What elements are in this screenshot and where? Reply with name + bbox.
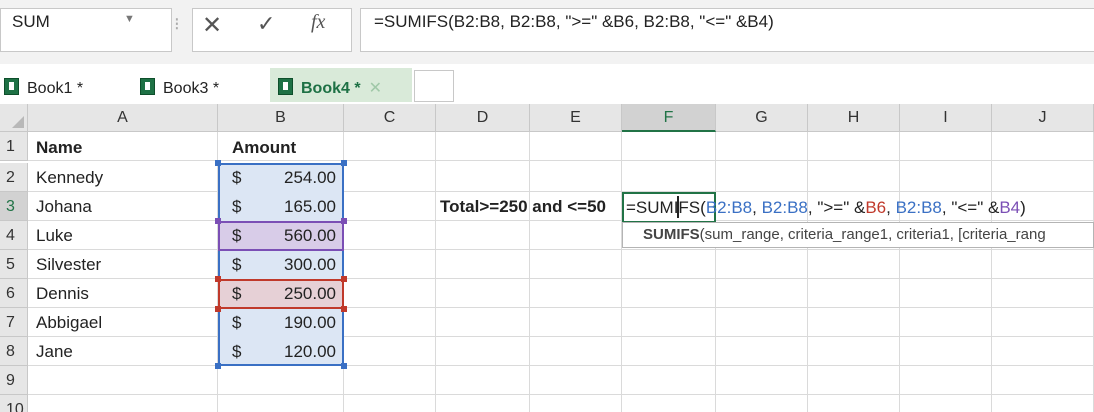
range-handle[interactable] <box>341 276 347 282</box>
formula-text: =SUMIFS(B2:B8, B2:B8, ">=" &B6, B2:B8, "… <box>374 12 774 31</box>
spreadsheet-grid[interactable]: ABCDEFGHIJ 1 2 3 4 5 6 7 8 9 10 Name Amount Kenne… <box>0 104 1094 412</box>
column-header-h[interactable]: H <box>808 104 900 132</box>
range-handle[interactable] <box>341 160 347 166</box>
cancel-icon[interactable]: ✕ <box>202 11 222 40</box>
name-cell[interactable]: Kennedy <box>36 163 103 192</box>
currency-symbol: $ <box>232 226 242 245</box>
range-handle[interactable] <box>215 276 221 282</box>
grid-line <box>621 132 622 412</box>
currency-symbol: $ <box>232 168 242 187</box>
row-header-7[interactable]: 7 <box>0 308 28 337</box>
amount-cell[interactable]: 190.00 <box>250 308 336 337</box>
range-handle[interactable] <box>215 306 221 312</box>
column-header-a[interactable]: A <box>28 104 218 132</box>
name-cell[interactable]: Silvester <box>36 250 101 279</box>
grid-line <box>991 132 992 412</box>
amount-cell[interactable]: 165.00 <box>250 192 336 221</box>
grid-line <box>529 132 530 412</box>
header-name[interactable]: Name <box>36 133 82 162</box>
row-header-5[interactable]: 5 <box>0 250 28 279</box>
column-header-j[interactable]: J <box>992 104 1094 132</box>
tab-label: Book3 * <box>163 80 220 97</box>
tab-book4[interactable]: Book4 * ✕ <box>270 68 412 102</box>
cell-d3-label[interactable]: Total>=250 and <=50 <box>440 192 606 221</box>
name-cell[interactable]: Jane <box>36 337 73 366</box>
row-header-3[interactable]: 3 <box>0 192 28 221</box>
name-cell[interactable]: Dennis <box>36 279 89 308</box>
range-handle[interactable] <box>215 160 221 166</box>
grid-line <box>28 249 1094 250</box>
tooltip-args: (sum_range, criteria_range1, criteria1, … <box>699 226 1046 243</box>
function-tooltip: SUMIFS(sum_range, criteria_range1, crite… <box>622 222 1094 248</box>
currency-symbol: $ <box>232 342 242 361</box>
select-all-button[interactable] <box>0 104 28 132</box>
name-box-value: SUM <box>12 12 50 31</box>
column-header-b[interactable]: B <box>218 104 344 132</box>
currency-symbol: $ <box>232 197 242 216</box>
column-header-f[interactable]: F <box>622 104 716 132</box>
grid-line <box>435 132 436 412</box>
amount-cell[interactable]: 250.00 <box>250 279 336 308</box>
drag-handle-icon[interactable]: ⁝ <box>174 14 180 35</box>
row-header-6[interactable]: 6 <box>0 279 28 308</box>
tab-book3[interactable]: Book3 * <box>140 72 219 102</box>
text-caret <box>677 196 679 218</box>
grid-line <box>715 132 716 412</box>
range-handle[interactable] <box>341 218 347 224</box>
close-icon[interactable]: ✕ <box>369 80 382 97</box>
tab-label: Book1 * <box>27 80 84 97</box>
grid-line <box>28 160 1094 161</box>
excel-file-icon <box>4 78 19 95</box>
tab-book1[interactable]: Book1 * <box>4 72 83 102</box>
grid-line <box>807 132 808 412</box>
currency-symbol: $ <box>232 284 242 303</box>
name-cell[interactable]: Johana <box>36 192 92 221</box>
chevron-down-icon[interactable]: ▼ <box>124 13 135 25</box>
row-header-10[interactable]: 10 <box>0 395 28 412</box>
currency-symbol: $ <box>232 313 242 332</box>
grid-line <box>28 278 1094 279</box>
row-header-9[interactable]: 9 <box>0 366 28 395</box>
row-header-8[interactable]: 8 <box>0 337 28 366</box>
range-handle[interactable] <box>215 363 221 369</box>
row-header-2[interactable]: 2 <box>0 163 28 192</box>
range-handle[interactable] <box>341 306 347 312</box>
range-handle[interactable] <box>341 363 347 369</box>
new-tab-button[interactable] <box>414 70 454 102</box>
grid-line <box>899 132 900 412</box>
column-header-c[interactable]: C <box>344 104 436 132</box>
excel-file-icon <box>278 78 293 95</box>
grid-line <box>28 307 1094 308</box>
enter-icon[interactable]: ✓ <box>257 11 275 37</box>
header-amount[interactable]: Amount <box>232 133 296 162</box>
grid-line <box>28 365 1094 366</box>
column-header-e[interactable]: E <box>530 104 622 132</box>
amount-cell[interactable]: 560.00 <box>250 221 336 250</box>
currency-symbol: $ <box>232 255 242 274</box>
column-header-d[interactable]: D <box>436 104 530 132</box>
amount-cell[interactable]: 254.00 <box>250 163 336 192</box>
insert-function-icon[interactable]: fx <box>311 11 325 34</box>
amount-cell[interactable]: 300.00 <box>250 250 336 279</box>
excel-file-icon <box>140 78 155 95</box>
range-handle[interactable] <box>215 218 221 224</box>
grid-line <box>28 394 1094 395</box>
tab-label: Book4 * <box>301 80 361 97</box>
row-header-1[interactable]: 1 <box>0 132 28 161</box>
amount-cell[interactable]: 120.00 <box>250 337 336 366</box>
grid-line <box>28 336 1094 337</box>
cell-edit-formula: =SUMIFS(B2:B8, B2:B8, ">=" &B6, B2:B8, "… <box>626 198 1026 217</box>
row-header-4[interactable]: 4 <box>0 221 28 250</box>
tooltip-function-name[interactable]: SUMIFS <box>643 226 700 243</box>
column-header-i[interactable]: I <box>900 104 992 132</box>
column-header-g[interactable]: G <box>716 104 808 132</box>
name-cell[interactable]: Luke <box>36 221 73 250</box>
name-cell[interactable]: Abbigael <box>36 308 102 337</box>
